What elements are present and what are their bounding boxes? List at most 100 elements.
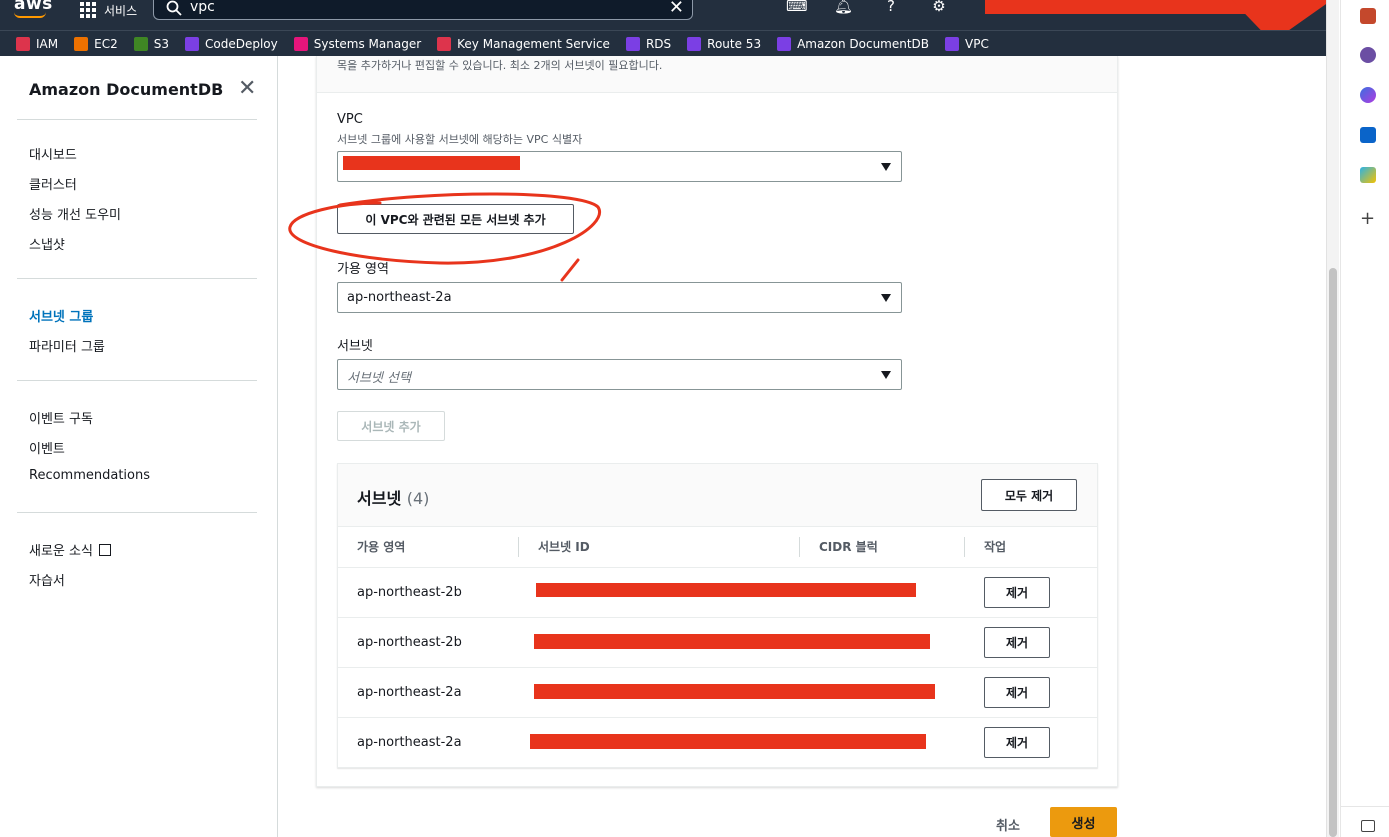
services-label: 서비스 <box>104 3 138 18</box>
bookmark-vpc[interactable]: VPC <box>945 36 989 51</box>
caret-down-icon <box>881 163 891 171</box>
grid-icon <box>80 2 96 18</box>
divider <box>17 380 257 381</box>
sidebar-item-clusters[interactable]: 클러스터 <box>29 174 77 193</box>
divider <box>1341 806 1389 807</box>
service-icon <box>16 36 30 51</box>
sidebar-item-snapshots[interactable]: 스냅샷 <box>29 234 65 253</box>
external-link-icon <box>98 544 111 556</box>
table-row: ap-northeast-2b 제거 <box>338 567 1097 617</box>
bookmark-iam[interactable]: IAM <box>16 36 58 51</box>
bookmark-route-53[interactable]: Route 53 <box>687 36 761 51</box>
remove-button[interactable]: 제거 <box>984 677 1050 708</box>
table-count: (4) <box>406 489 430 508</box>
sidebar-item-recommendations[interactable]: Recommendations <box>29 468 150 483</box>
sidebar-item-event-subscriptions[interactable]: 이벤트 구독 <box>29 408 93 427</box>
create-button[interactable]: 생성 <box>1050 807 1117 837</box>
column-header-subnet-id[interactable]: 서브넷 ID <box>538 538 590 555</box>
sidebar-item-subnet-groups[interactable]: 서브넷 그룹 <box>29 306 93 325</box>
help-icon[interactable]: ? <box>882 0 900 15</box>
caret-down-icon <box>881 371 891 379</box>
bookmark-systems-manager[interactable]: Systems Manager <box>293 36 421 51</box>
column-divider <box>964 537 965 557</box>
add-icon[interactable]: + <box>1360 208 1375 229</box>
remove-button[interactable]: 제거 <box>984 577 1050 608</box>
sidebar-item-dashboard[interactable]: 대시보드 <box>29 144 77 163</box>
table-row: ap-northeast-2a 제거 <box>338 717 1097 767</box>
remove-button[interactable]: 제거 <box>984 727 1050 758</box>
close-icon[interactable]: ✕ <box>669 0 684 18</box>
outlook-icon[interactable] <box>1360 127 1376 143</box>
page-scrollbar[interactable] <box>1326 0 1339 837</box>
table-title: 서브넷 (4) <box>357 489 430 508</box>
table-row: ap-northeast-2a 제거 <box>338 667 1097 717</box>
divider <box>17 512 257 513</box>
column-header-cidr[interactable]: CIDR 블럭 <box>819 538 878 555</box>
caret-down-icon <box>881 294 891 302</box>
sidebar-title: Amazon DocumentDB <box>29 80 224 99</box>
search-input[interactable]: vpc ✕ <box>153 0 693 20</box>
add-subnet-button[interactable]: 서브넷 추가 <box>337 411 445 441</box>
cloudshell-icon[interactable]: ⌨ <box>786 0 808 15</box>
side-navigation: Amazon DocumentDB ✕ 대시보드 클러스터 성능 개선 도우미 … <box>0 56 278 837</box>
close-icon[interactable]: ✕ <box>238 76 256 101</box>
availability-zone-select[interactable]: ap-northeast-2a <box>337 282 902 313</box>
scrollbar-thumb[interactable] <box>1329 268 1337 837</box>
aws-logo[interactable]: aws <box>14 0 53 18</box>
search-icon <box>166 0 182 16</box>
sidebar-item-tutorials[interactable]: 자습서 <box>29 570 65 589</box>
redaction-bar <box>534 684 935 699</box>
remove-all-button[interactable]: 모두 제거 <box>981 479 1077 511</box>
sidebar-item-performance-insights[interactable]: 성능 개선 도우미 <box>29 204 121 223</box>
availability-zone-value: ap-northeast-2a <box>347 290 452 305</box>
card-header: 목을 추가하거나 편집할 수 있습니다. 최소 2개의 서브넷이 필요합니다. <box>317 56 1117 93</box>
divider <box>17 119 257 120</box>
sidebar-toggle-icon[interactable] <box>1361 820 1375 832</box>
row-availability-zone: ap-northeast-2a <box>357 685 462 700</box>
redaction-bar <box>536 583 916 597</box>
row-availability-zone: ap-northeast-2b <box>357 635 462 650</box>
add-all-subnets-button[interactable]: 이 VPC와 관련된 모든 서브넷 추가 <box>337 204 574 234</box>
table-header: 서브넷 (4) 모두 제거 <box>338 464 1097 527</box>
send-icon[interactable] <box>1360 167 1376 183</box>
service-icon <box>133 36 148 51</box>
column-header-az[interactable]: 가용 영역 <box>357 538 405 555</box>
favorites-bar: IAM EC2 S3 CodeDeploy Systems Manager Key Man… <box>0 30 1326 56</box>
redaction-bar <box>534 634 930 649</box>
gear-icon[interactable]: ⚙ <box>930 0 948 15</box>
browser-sidebar: + <box>1340 0 1389 837</box>
bookmark-s3[interactable]: S3 <box>133 36 169 51</box>
search-value: vpc <box>190 0 215 15</box>
services-menu[interactable]: 서비스 <box>80 0 137 20</box>
remove-button[interactable]: 제거 <box>984 627 1050 658</box>
copilot-icon[interactable] <box>1360 87 1376 103</box>
bookmark-rds[interactable]: RDS <box>625 36 671 51</box>
bell-icon[interactable]: 🔔︎ <box>834 0 853 15</box>
subnet-placeholder: 서브넷 선택 <box>347 371 411 386</box>
briefcase-icon[interactable] <box>1360 8 1376 24</box>
column-divider <box>799 537 800 557</box>
bookmark-amazon-documentdb[interactable]: Amazon DocumentDB <box>777 36 929 51</box>
bookmark-codedeploy[interactable]: CodeDeploy <box>184 36 278 51</box>
vpc-label: VPC <box>337 112 363 127</box>
subnets-table: 서브넷 (4) 모두 제거 가용 영역 서브넷 ID CIDR 블럭 작업 ap… <box>337 463 1098 768</box>
vpc-description: 서브넷 그룹에 사용할 서브넷에 해당하는 VPC 식별자 <box>337 133 583 146</box>
sidebar-item-whats-new[interactable]: 새로운 소식 <box>29 540 111 559</box>
row-availability-zone: ap-northeast-2b <box>357 585 462 600</box>
column-header-actions: 작업 <box>984 540 1007 554</box>
service-icon <box>687 36 702 51</box>
bookmark-ec2[interactable]: EC2 <box>74 36 118 51</box>
divider <box>17 278 257 279</box>
redaction-bar <box>530 734 926 749</box>
service-icon <box>777 36 792 51</box>
subnet-select[interactable]: 서브넷 선택 <box>337 359 902 390</box>
top-navigation: aws 서비스 vpc ✕ ⌨ 🔔︎ ? ⚙ <box>0 0 1332 42</box>
service-icon <box>625 36 640 51</box>
service-icon <box>293 36 308 51</box>
persona-icon[interactable] <box>1360 47 1376 63</box>
sidebar-item-events[interactable]: 이벤트 <box>29 438 65 457</box>
cancel-button[interactable]: 취소 <box>996 815 1020 834</box>
sidebar-item-parameter-groups[interactable]: 파라미터 그룹 <box>29 336 105 355</box>
service-icon <box>945 36 960 51</box>
bookmark-key-management-service[interactable]: Key Management Service <box>437 36 610 51</box>
